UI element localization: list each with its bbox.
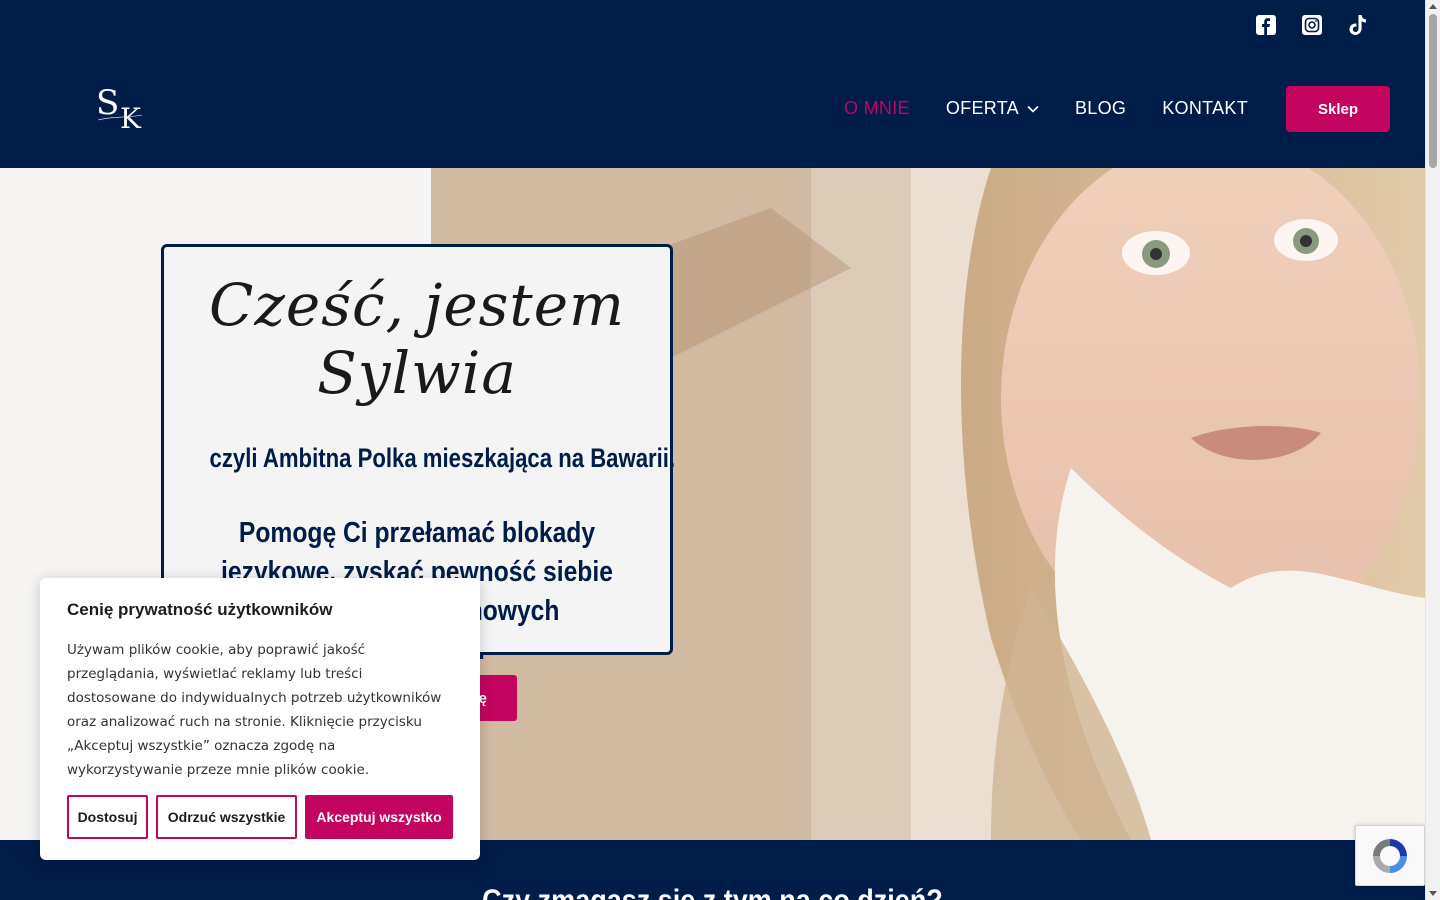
recaptcha-badge[interactable] — [1355, 825, 1425, 886]
main-nav: O MNIE OFERTA BLOG KONTAKT — [844, 98, 1248, 119]
cookie-consent-banner: Cenię prywatność użytkowników Używam pli… — [40, 578, 480, 860]
hero-subtitle: czyli Ambitna Polka mieszkająca na Bawar… — [209, 443, 676, 473]
nav-item-contact[interactable]: KONTAKT — [1162, 98, 1248, 119]
hero-script-title: Cześć, jestem Sylwia — [208, 271, 626, 407]
cookie-reject-button[interactable]: Odrzuć wszystkie — [156, 795, 297, 839]
site-logo[interactable]: S K — [92, 80, 154, 135]
shop-button[interactable]: Sklep — [1286, 86, 1390, 132]
svg-text:S: S — [96, 83, 119, 123]
social-links — [1255, 14, 1369, 36]
nav-item-blog[interactable]: BLOG — [1075, 98, 1126, 119]
cookie-text: Używam plików cookie, aby poprawić jakoś… — [67, 642, 442, 778]
cookie-customize-button[interactable]: Dostosuj — [67, 795, 148, 839]
nav-item-about[interactable]: O MNIE — [844, 98, 910, 119]
scroll-up-arrow-icon[interactable] — [1429, 4, 1437, 9]
cookie-accept-button[interactable]: Akceptuj wszystko — [305, 795, 453, 839]
chevron-down-icon — [1027, 105, 1039, 113]
scroll-down-arrow-icon[interactable] — [1429, 891, 1437, 896]
site-header: S K O MNIE OFERTA BLOG KONTAKT Sklep — [0, 0, 1425, 168]
cookie-buttons: Dostosuj Odrzuć wszystkie Akceptuj wszys… — [67, 795, 453, 839]
nav-item-offer[interactable]: OFERTA — [946, 98, 1039, 119]
cookie-title: Cenię prywatność użytkowników — [67, 600, 333, 619]
nav-item-offer-label: OFERTA — [945, 98, 1019, 118]
scrollbar-thumb[interactable] — [1429, 14, 1437, 168]
instagram-icon[interactable] — [1301, 14, 1323, 36]
page-scrollbar[interactable] — [1425, 0, 1440, 900]
tiktok-icon[interactable] — [1347, 14, 1369, 36]
recaptcha-icon — [1373, 838, 1407, 873]
section-heading: Czy zmagasz się z tym na co dzień? — [71, 884, 1354, 900]
facebook-icon[interactable] — [1255, 14, 1277, 36]
